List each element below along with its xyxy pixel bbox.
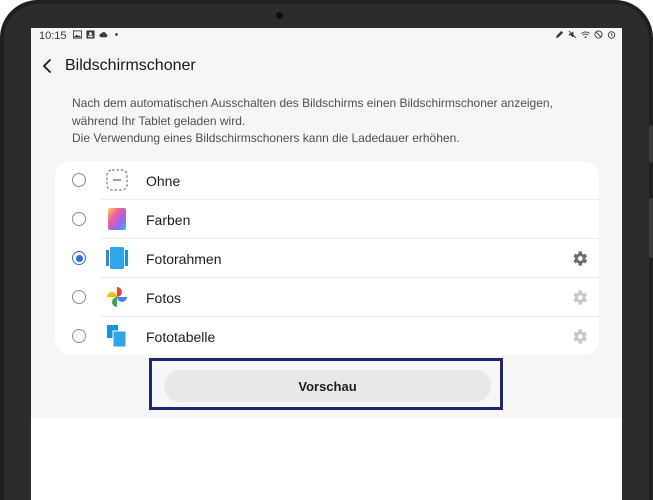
none-dashed-icon [106,169,128,191]
option-label: Farben [146,212,191,228]
radio-button[interactable] [72,212,86,226]
dot-icon [115,33,118,36]
volume-button [649,125,653,163]
description-text: Nach dem automatischen Ausschalten des B… [72,95,602,148]
radio-button-selected[interactable] [72,251,86,265]
option-label: Fotos [146,290,182,306]
app-header: Bildschirmschoner [31,50,622,82]
radio-button[interactable] [72,290,86,304]
power-button [649,198,653,258]
pen-icon [555,30,564,39]
radio-button[interactable] [72,329,86,343]
option-label: Fotorahmen [146,251,222,267]
option-farben[interactable]: Farben [55,200,599,239]
status-time: 10:15 [39,30,67,42]
option-ohne[interactable]: Ohne [55,161,599,200]
preview-button[interactable]: Vorschau [164,370,491,402]
description-line: Nach dem automatischen Ausschalten des B… [72,96,553,110]
cloud-icon [99,32,108,38]
dnd-icon [594,30,603,39]
contact-card-icon [86,30,95,39]
gradient-colors-icon [108,208,126,230]
description-line: während Ihr Tablet geladen wird. [72,113,246,128]
photo-table-icon [107,325,127,348]
option-fototabelle[interactable]: Fototabelle [55,317,599,356]
image-icon [73,30,82,39]
settings-gear-icon-disabled [573,290,588,305]
mute-icon [568,30,577,39]
page-title: Bildschirmschoner [65,57,196,74]
photo-frame-icon [106,247,128,269]
settings-gear-icon-disabled [573,329,588,344]
option-fotos[interactable]: Fotos [55,278,599,317]
google-photos-icon [107,287,127,307]
option-label: Fototabelle [146,329,216,345]
wifi-icon [581,31,590,39]
bottom-blank-area [31,418,622,500]
description-line: Die Verwendung eines Bildschirmschoners … [72,131,460,145]
back-arrow-icon[interactable] [41,56,55,76]
front-camera [276,12,283,19]
option-fotorahmen[interactable]: Fotorahmen [55,239,599,278]
alarm-icon [607,31,616,39]
radio-button[interactable] [72,173,86,187]
screensaver-options-list: Ohne Farben Fotorahmen Fotos Fototabelle [55,161,599,355]
status-bar: 10:15 [31,28,622,44]
option-label: Ohne [146,173,181,189]
settings-gear-icon[interactable] [570,249,589,268]
screen: 10:15 Bildschirmschoner Nach dem automat… [31,28,622,500]
